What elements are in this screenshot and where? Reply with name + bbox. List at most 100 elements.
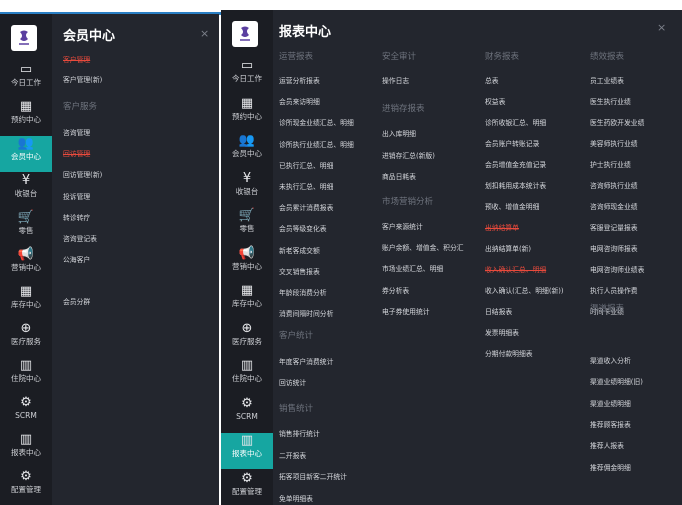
report-link[interactable]: 发票明细表 bbox=[485, 327, 519, 337]
report-link[interactable]: 会员来访明细 bbox=[279, 96, 320, 106]
report-link[interactable]: 美容师执行业绩 bbox=[590, 138, 638, 148]
report-link[interactable]: 诊所执行业绩汇总、明细 bbox=[279, 139, 354, 149]
report-link[interactable]: 推荐人报表 bbox=[590, 440, 624, 450]
report-link[interactable]: 日结报表 bbox=[485, 306, 512, 316]
report-link[interactable]: 运营分析报表 bbox=[279, 75, 320, 85]
report-link[interactable]: 员工业绩表 bbox=[590, 75, 624, 85]
report-link[interactable]: 出入库明细 bbox=[382, 128, 416, 138]
close-icon[interactable]: × bbox=[657, 21, 666, 34]
report-link[interactable]: 回访统计 bbox=[279, 377, 306, 387]
menu-item-followup-deprecated[interactable]: 回访管理 bbox=[63, 148, 90, 158]
nav-item-yen[interactable]: ¥ 收银台 bbox=[0, 173, 52, 209]
nav-label: 配置管理 bbox=[232, 486, 262, 496]
nav-item-cart[interactable]: 🛒 零售 bbox=[221, 208, 273, 244]
report-link[interactable]: 销售排行统计 bbox=[279, 428, 320, 438]
close-icon[interactable]: × bbox=[200, 27, 209, 40]
nav-item-building[interactable]: ▥ 住院中心 bbox=[0, 358, 52, 394]
report-link[interactable]: 进销存汇总(新版) bbox=[382, 150, 435, 160]
report-link[interactable]: 拓客项目新客二开统计 bbox=[279, 471, 347, 481]
menu-item-cashier-statement-deprecated[interactable]: 出纳结算单 bbox=[485, 222, 519, 232]
report-link[interactable]: 推荐佣金明细 bbox=[590, 462, 631, 472]
report-link[interactable]: 执行人员操作费 bbox=[590, 285, 638, 295]
report-link[interactable]: 年龄段消费分析 bbox=[279, 287, 327, 297]
report-link[interactable]: 护士执行业绩 bbox=[590, 159, 631, 169]
nav-item-gear[interactable]: ⚙ 配置管理 bbox=[0, 469, 52, 505]
nav-item-megaphone[interactable]: 📢 营销中心 bbox=[0, 247, 52, 283]
menu-item-consult[interactable]: 咨询管理 bbox=[63, 127, 90, 137]
report-link[interactable]: 诊所现金业绩汇总、明细 bbox=[279, 117, 354, 127]
menu-item-customer-manage-deprecated[interactable]: 客户管理 bbox=[63, 54, 90, 64]
nav-item-users[interactable]: 👥 会员中心 bbox=[0, 136, 52, 172]
report-link[interactable]: 客服登记量报表 bbox=[590, 222, 638, 232]
report-link[interactable]: 会员等级变化表 bbox=[279, 223, 327, 233]
report-link[interactable]: 医生执行业绩 bbox=[590, 96, 631, 106]
report-link[interactable]: 咨询师执行业绩 bbox=[590, 180, 638, 190]
nav-item-laptop[interactable]: ▭ 今日工作 bbox=[0, 62, 52, 98]
menu-item-public-customers[interactable]: 公海客户 bbox=[63, 254, 90, 264]
menu-item-transfer[interactable]: 转诊转疗 bbox=[63, 212, 90, 222]
report-link[interactable]: 诊所收银汇总、明细 bbox=[485, 117, 546, 127]
nav-item-calendar[interactable]: ▦ 预约中心 bbox=[221, 96, 273, 132]
report-link[interactable]: 市场业绩汇总、明细 bbox=[382, 263, 443, 273]
app-logo[interactable] bbox=[232, 21, 258, 47]
nav-item-medkit[interactable]: ⊕ 医疗服务 bbox=[0, 321, 52, 357]
nav-item-bar-chart[interactable]: ▥ 报表中心 bbox=[0, 432, 52, 468]
menu-item-followup-new[interactable]: 回访管理(新) bbox=[63, 169, 102, 179]
report-link[interactable]: 分期付款明细表 bbox=[485, 348, 533, 358]
menu-item-cashier-statement-new[interactable]: 出纳结算单(新) bbox=[485, 243, 531, 253]
report-link[interactable]: 总表 bbox=[485, 75, 499, 85]
cogs-icon: ⚙ bbox=[20, 395, 32, 410]
menu-item-complaint[interactable]: 投诉管理 bbox=[63, 191, 90, 201]
report-link[interactable]: 电子券使用统计 bbox=[382, 306, 430, 316]
nav-item-cart[interactable]: 🛒 零售 bbox=[0, 210, 52, 246]
report-link[interactable]: 二开报表 bbox=[279, 450, 306, 460]
report-link[interactable]: 咨询师现金业绩 bbox=[590, 201, 638, 211]
nav-item-gear[interactable]: ⚙ 配置管理 bbox=[221, 471, 273, 505]
menu-item-member-group[interactable]: 会员分群 bbox=[63, 296, 90, 306]
nav-item-cogs[interactable]: ⚙ SCRM bbox=[221, 396, 273, 432]
nav-item-laptop[interactable]: ▭ 今日工作 bbox=[221, 58, 273, 94]
report-link[interactable]: 推荐顾客报表 bbox=[590, 419, 631, 429]
menu-item-revenue-confirm-deprecated[interactable]: 收入确认汇总、明细 bbox=[485, 264, 546, 274]
nav-label: 今日工作 bbox=[232, 74, 262, 83]
nav-item-yen[interactable]: ¥ 收银台 bbox=[221, 171, 273, 207]
report-link[interactable]: 未执行汇总、明细 bbox=[279, 181, 333, 191]
menu-item-consult-register[interactable]: 咨询登记表 bbox=[63, 233, 97, 243]
report-link[interactable]: 渠道业绩明细 bbox=[590, 398, 631, 408]
report-link[interactable]: 会员增值金充值记录 bbox=[485, 159, 546, 169]
nav-item-building[interactable]: ▥ 住院中心 bbox=[221, 358, 273, 394]
menu-item-operation-log[interactable]: 操作日志 bbox=[382, 75, 409, 85]
nav-item-cogs[interactable]: ⚙ SCRM bbox=[0, 395, 52, 431]
report-link[interactable]: 会员累计消费报表 bbox=[279, 202, 333, 212]
report-link[interactable]: 电网咨询师报表 bbox=[590, 243, 638, 253]
report-link[interactable]: 客户来源统计 bbox=[382, 221, 423, 231]
report-link[interactable]: 商品日耗表 bbox=[382, 171, 416, 181]
report-link[interactable]: 会员账户转账记录 bbox=[485, 138, 539, 148]
report-link[interactable]: 免单明细表 bbox=[279, 493, 313, 503]
menu-item-customer-manage-new[interactable]: 客户管理(新) bbox=[63, 74, 102, 84]
report-link[interactable]: 已执行汇总、明细 bbox=[279, 160, 333, 170]
report-link[interactable]: 渠道业绩明细(旧) bbox=[590, 376, 643, 386]
nav-item-bar-chart[interactable]: ▥ 报表中心 bbox=[221, 433, 273, 469]
report-link[interactable]: 划扣耗用成本统计表 bbox=[485, 180, 546, 190]
nav-item-grid[interactable]: ▦ 库存中心 bbox=[0, 284, 52, 320]
report-link[interactable]: 预收、增值金明细 bbox=[485, 201, 539, 211]
report-link[interactable]: 渠道收入分析 bbox=[590, 355, 631, 365]
nav-item-medkit[interactable]: ⊕ 医疗服务 bbox=[221, 321, 273, 357]
report-link[interactable]: 券分析表 bbox=[382, 285, 409, 295]
report-link[interactable]: 消费间隔时间分析 bbox=[279, 308, 333, 318]
nav-item-grid[interactable]: ▦ 库存中心 bbox=[221, 283, 273, 319]
nav-item-users[interactable]: 👥 会员中心 bbox=[221, 133, 273, 169]
app-logo[interactable] bbox=[11, 25, 37, 51]
nav-item-megaphone[interactable]: 📢 营销中心 bbox=[221, 246, 273, 282]
report-link[interactable]: 账户余额、增值金、积分汇 bbox=[382, 242, 464, 252]
report-link[interactable]: 年度客户消费统计 bbox=[279, 356, 333, 366]
nav-item-calendar[interactable]: ▦ 预约中心 bbox=[0, 99, 52, 135]
report-link[interactable]: 收入确认(汇总、明细(新)) bbox=[485, 285, 564, 295]
report-link[interactable]: 交叉销售报表 bbox=[279, 266, 320, 276]
report-link[interactable]: 电网咨询师业绩表 bbox=[590, 264, 644, 274]
users-icon: 👥 bbox=[17, 136, 35, 151]
report-link[interactable]: 新老客成交额 bbox=[279, 245, 320, 255]
report-link[interactable]: 权益表 bbox=[485, 96, 505, 106]
report-link[interactable]: 医生药欧开发业绩 bbox=[590, 117, 644, 127]
